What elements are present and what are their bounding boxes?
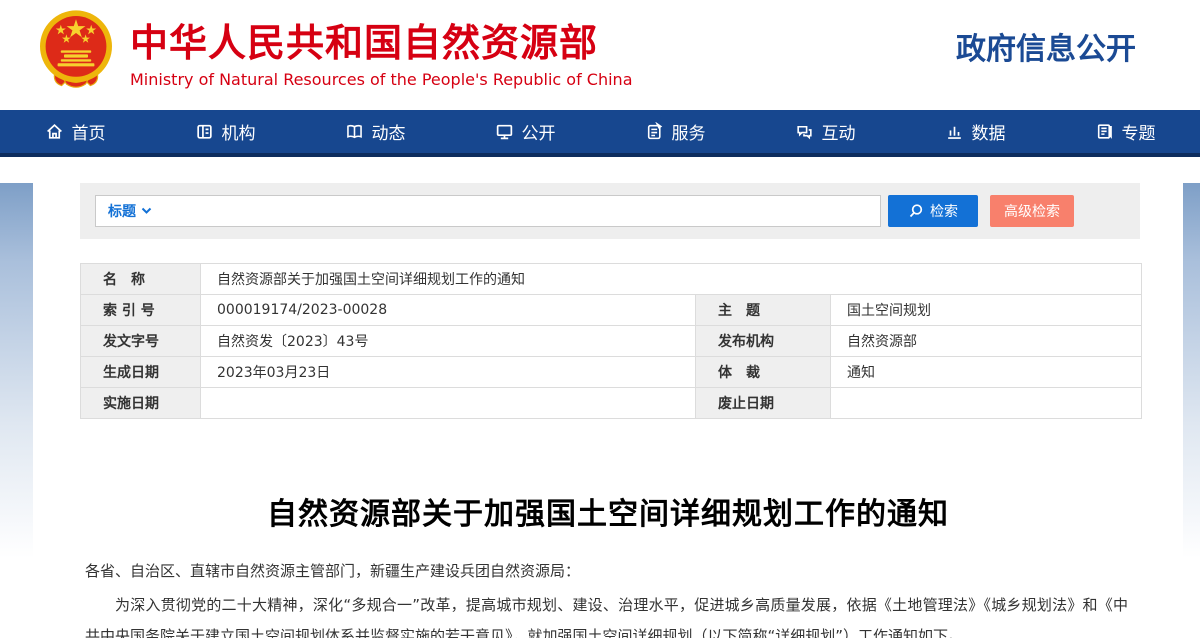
nav-item-home[interactable]: 首页 — [0, 110, 150, 153]
nav-item-news[interactable]: 动态 — [300, 110, 450, 153]
meta-label-date: 生成日期 — [81, 357, 201, 388]
nav-label: 公开 — [522, 119, 556, 144]
search-input[interactable] — [152, 196, 880, 226]
content-panel: 标题 检索 高级检索 名 称 自然资源部关于加强国土空间详细规划工作 — [33, 183, 1183, 638]
search-section: 标题 检索 高级检索 — [80, 183, 1140, 239]
meta-label-name: 名 称 — [81, 264, 201, 295]
gov-info-disclosure-link[interactable]: 政府信息公开 — [956, 24, 1136, 68]
nav-item-service[interactable]: 服务 — [600, 110, 750, 153]
magnifier-icon — [908, 203, 924, 219]
main-nav: 首页 机构 动态 公开 服务 互动 数据 专题 — [0, 110, 1200, 153]
table-row: 索 引 号 000019174/2023-00028 主 题 国土空间规划 — [81, 295, 1142, 326]
news-icon — [345, 122, 364, 141]
page: 中华人民共和国自然资源部 Ministry of Natural Resourc… — [0, 0, 1200, 638]
search-button[interactable]: 检索 — [888, 195, 978, 227]
disclosure-icon — [495, 122, 514, 141]
meta-value-date: 2023年03月23日 — [201, 357, 696, 388]
meta-label-index: 索 引 号 — [81, 295, 201, 326]
nav-label: 专题 — [1122, 119, 1156, 144]
meta-label-abolish: 废止日期 — [696, 388, 831, 419]
search-button-label: 检索 — [930, 201, 958, 221]
content-background: 标题 检索 高级检索 名 称 自然资源部关于加强国土空间详细规划工作 — [0, 183, 1200, 638]
meta-label-agency: 发布机构 — [696, 326, 831, 357]
table-row: 发文字号 自然资发〔2023〕43号 发布机构 自然资源部 — [81, 326, 1142, 357]
document-title: 自然资源部关于加强国土空间详细规划工作的通知 — [33, 489, 1183, 533]
service-icon — [645, 122, 664, 141]
document-meta-table: 名 称 自然资源部关于加强国土空间详细规划工作的通知 索 引 号 0000191… — [80, 263, 1142, 419]
nav-label: 动态 — [372, 119, 406, 144]
meta-value-subject: 国土空间规划 — [831, 295, 1142, 326]
meta-value-agency: 自然资源部 — [831, 326, 1142, 357]
nav-item-organization[interactable]: 机构 — [150, 110, 300, 153]
advanced-search-button[interactable]: 高级检索 — [990, 195, 1074, 227]
meta-value-abolish — [831, 388, 1142, 419]
table-row: 名 称 自然资源部关于加强国土空间详细规划工作的通知 — [81, 264, 1142, 295]
table-row: 实施日期 废止日期 — [81, 388, 1142, 419]
document-salutation: 各省、自治区、直辖市自然资源主管部门，新疆生产建设兵团自然资源局： — [85, 560, 1128, 581]
nav-underline — [0, 153, 1200, 157]
meta-value-name: 自然资源部关于加强国土空间详细规划工作的通知 — [201, 264, 1142, 295]
meta-label-genre: 体 裁 — [696, 357, 831, 388]
table-row: 生成日期 2023年03月23日 体 裁 通知 — [81, 357, 1142, 388]
nav-item-data[interactable]: 数据 — [900, 110, 1050, 153]
search-box: 标题 — [95, 195, 881, 227]
field-selector-dropdown[interactable]: 标题 — [108, 201, 152, 221]
site-title: 中华人民共和国自然资源部 — [130, 21, 633, 67]
field-selector-label: 标题 — [108, 201, 136, 221]
meta-value-implementation — [201, 388, 696, 419]
meta-value-docnum: 自然资发〔2023〕43号 — [201, 326, 696, 357]
org-icon — [195, 122, 214, 141]
data-icon — [945, 122, 964, 141]
chevron-down-icon — [141, 207, 152, 215]
meta-label-subject: 主 题 — [696, 295, 831, 326]
header-titles: 中华人民共和国自然资源部 Ministry of Natural Resourc… — [130, 21, 633, 90]
meta-value-index: 000019174/2023-00028 — [201, 295, 696, 326]
home-icon — [45, 122, 64, 141]
meta-label-implementation: 实施日期 — [81, 388, 201, 419]
site-title-english: Ministry of Natural Resources of the Peo… — [130, 70, 633, 89]
nav-label: 服务 — [672, 119, 706, 144]
nav-label: 机构 — [222, 119, 256, 144]
nav-item-topics[interactable]: 专题 — [1050, 110, 1200, 153]
nav-item-interact[interactable]: 互动 — [750, 110, 900, 153]
national-emblem-icon — [36, 7, 116, 105]
document-paragraph: 为深入贯彻党的二十大精神，深化“多规合一”改革，提高城市规划、建设、治理水平，促… — [85, 590, 1128, 638]
topic-icon — [1095, 122, 1114, 141]
meta-value-genre: 通知 — [831, 357, 1142, 388]
nav-label: 数据 — [972, 119, 1006, 144]
interact-icon — [795, 122, 814, 141]
nav-label: 互动 — [822, 119, 856, 144]
meta-label-docnum: 发文字号 — [81, 326, 201, 357]
site-header: 中华人民共和国自然资源部 Ministry of Natural Resourc… — [0, 0, 1200, 110]
nav-item-disclosure[interactable]: 公开 — [450, 110, 600, 153]
nav-label: 首页 — [72, 119, 106, 144]
